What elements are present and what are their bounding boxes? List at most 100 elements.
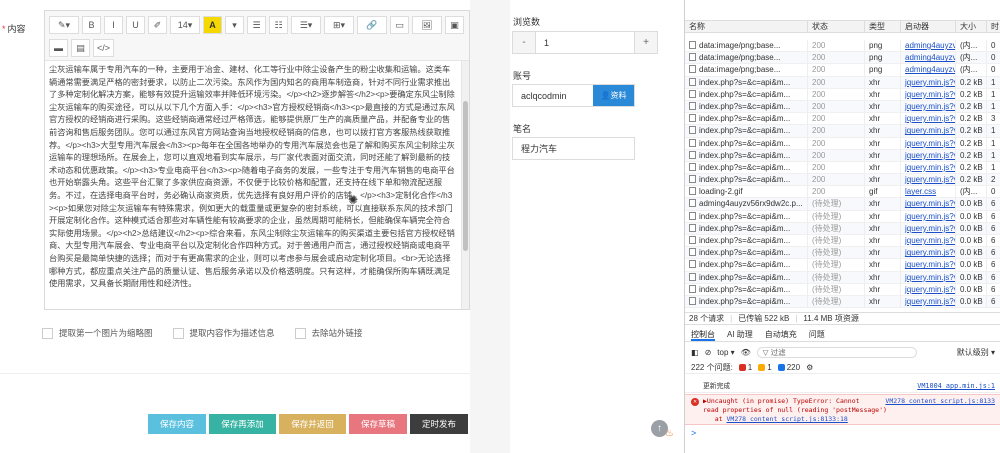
decrement-button[interactable]: - <box>513 32 535 53</box>
network-cell-initiator[interactable]: jquery.min.js?v <box>901 76 956 88</box>
network-cell-initiator[interactable]: jquery.min.js?v <box>901 161 956 174</box>
views-input[interactable]: 1 <box>535 32 635 53</box>
option-remove-external-links[interactable]: 去除站外链接 <box>294 327 363 339</box>
network-cell-initiator[interactable]: jquery.min.js?v <box>901 271 956 283</box>
network-row[interactable]: index.php?s=&c=api&m... 200 xhr jquery.min.… <box>685 76 1000 89</box>
network-row[interactable]: index.php?s=&c=api&m... (待处理) xhr jquery.mi… <box>685 222 1000 235</box>
rich-text-editor[interactable]: ✎▾ B I U ✐ 14▾ A ▾ ☰ ☷ ☰▾ ⊞▾ 🔗 ▭ 🖼 ▣ ▬ ▤ </> 尘灰运输车属于专用汽车的… <box>44 10 470 310</box>
save-and-return-button[interactable]: 保存并返回 <box>279 414 346 434</box>
network-row[interactable]: index.php?s=&c=api&m... 200 xhr jquery.min.… <box>685 149 1000 162</box>
network-cell-initiator[interactable]: jquery.min.js?v <box>901 259 956 271</box>
network-cell-initiator[interactable]: layer.css <box>901 186 956 198</box>
toolbar-button[interactable]: ▭ <box>390 16 409 34</box>
toolbar-button[interactable]: I <box>104 16 123 34</box>
network-cell-initiator[interactable]: jquery.min.js?v <box>901 100 956 113</box>
eye-icon[interactable]: 👁 <box>741 348 751 357</box>
save-and-add-button[interactable]: 保存再添加 <box>209 414 276 434</box>
network-row[interactable]: data:image/png;base... 200 png adming4auyzv… <box>685 40 1000 53</box>
profile-button[interactable]: 👤 资料 <box>593 85 634 106</box>
warning-count[interactable]: 1 <box>758 363 772 372</box>
network-row[interactable]: index.php?s=&c=api&m... (待处理) xhr jquery.mi… <box>685 259 1000 272</box>
network-cell-initiator[interactable]: jquery.min.js?v <box>901 295 956 308</box>
toolbar-button[interactable]: ▣ <box>445 16 464 34</box>
network-row[interactable]: data:image/png;base... 200 png adming4auyzv… <box>685 64 1000 77</box>
network-row[interactable]: index.php?s=&c=api&m... (待处理) xhr jquery.mi… <box>685 295 1000 309</box>
network-row[interactable]: loading-2.gif 200 gif layer.css (内... 0 <box>685 186 1000 199</box>
console-filter-input[interactable]: ▽ 过滤 <box>756 346 917 358</box>
log-source-link[interactable]: VM1004 app.min.js:1 <box>917 379 995 392</box>
error-source-link[interactable]: VM278 content script.js:8133 <box>885 397 995 406</box>
network-row[interactable]: index.php?s=&c=api&m... (待处理) xhr jquery.mi… <box>685 247 1000 260</box>
save-draft-button[interactable]: 保存草稿 <box>349 414 407 434</box>
option-extract-description[interactable]: 提取内容作为描述信息 <box>172 327 275 339</box>
settings-icon[interactable]: ⚙ <box>806 363 813 372</box>
pen-name-input[interactable]: 程力汽车 <box>512 137 635 160</box>
network-cell-initiator[interactable]: adming4auyzv5 <box>901 64 956 76</box>
toolbar-button[interactable]: ☰ <box>247 16 266 34</box>
network-row[interactable]: index.php?s=&c=api&m... (待处理) xhr jquery.mi… <box>685 235 1000 248</box>
network-cell-initiator[interactable]: jquery.min.js?v <box>901 247 956 259</box>
network-cell-initiator[interactable]: jquery.min.js?v <box>901 174 956 186</box>
tab-autofill[interactable]: 自动填充 <box>765 328 797 341</box>
context-select[interactable]: top ▾ <box>717 348 734 357</box>
network-cell-initiator[interactable]: jquery.min.js?v <box>901 113 956 125</box>
log-level-select[interactable]: 默认级别 ▾ <box>957 347 1000 358</box>
tab-ai-assistant[interactable]: AI 助理 <box>727 328 753 341</box>
editor-content[interactable]: 尘灰运输车属于专用汽车的一种，主要用于冶金、建材、化工等行业中除尘设备产生的粉尘… <box>45 61 461 309</box>
toolbar-button[interactable]: ▬ <box>49 39 68 57</box>
error-count[interactable]: 1 <box>738 363 752 372</box>
toolbar-button[interactable]: A <box>203 16 222 34</box>
column-size[interactable]: 大小 <box>956 21 987 32</box>
save-button[interactable]: 保存内容 <box>148 414 206 434</box>
network-row[interactable]: index.php?s=&c=api&m... (待处理) xhr jquery.mi… <box>685 271 1000 284</box>
clear-console-icon[interactable]: ⊘ <box>705 348 712 357</box>
toolbar-button[interactable]: ▤ <box>71 39 90 57</box>
toolbar-button[interactable]: ✐ <box>148 16 167 34</box>
column-status[interactable]: 状态 <box>808 21 865 32</box>
toolbar-button[interactable]: 🖼 <box>412 16 442 34</box>
info-count[interactable]: 220 <box>777 363 800 372</box>
network-cell-initiator[interactable]: jquery.min.js?v <box>901 210 956 222</box>
account-input[interactable]: aclqcodmin <box>513 85 593 106</box>
network-row[interactable]: index.php?s=&c=api&m... 200 xhr jquery.min.… <box>685 100 1000 114</box>
checkbox-icon[interactable] <box>294 327 306 339</box>
network-row[interactable]: index.php?s=&c=api&m... 200 xhr jquery.min.… <box>685 137 1000 150</box>
toolbar-button[interactable]: ✎▾ <box>49 16 79 34</box>
scrollbar-thumb[interactable] <box>463 101 468 251</box>
network-row[interactable]: index.php?s=&c=api&m... 200 xhr jquery.min.… <box>685 88 1000 101</box>
column-type[interactable]: 类型 <box>865 21 901 32</box>
network-row[interactable]: adming4auyzv56rx9dw2c.p... (待处理) xhr jquery… <box>685 198 1000 211</box>
toolbar-button[interactable]: 🔗 <box>357 16 387 34</box>
schedule-publish-button[interactable]: 定时发布 <box>410 414 468 434</box>
network-row[interactable]: index.php?s=&c=api&m... (待处理) xhr jquery.mi… <box>685 283 1000 296</box>
network-cell-initiator[interactable]: adming4auyzv5 <box>901 52 956 64</box>
toolbar-button[interactable]: U <box>126 16 145 34</box>
toolbar-button[interactable]: </> <box>93 39 115 57</box>
network-cell-initiator[interactable]: jquery.min.js?v <box>901 198 956 210</box>
sidebar-toggle-icon[interactable]: ◧ <box>691 348 699 357</box>
column-name[interactable]: 名称 <box>685 21 808 32</box>
network-row[interactable]: index.php?s=&c=api&m... 200 xhr jquery.min.… <box>685 174 1000 187</box>
error-stack-link[interactable]: VM278 content script.js:8133:18 <box>727 415 848 423</box>
network-cell-initiator[interactable]: jquery.min.js?v <box>901 283 956 295</box>
toolbar-button[interactable]: B <box>82 16 101 34</box>
toolbar-button[interactable]: ▾ <box>225 16 244 34</box>
tab-issues[interactable]: 问题 <box>809 328 825 341</box>
increment-button[interactable]: + <box>635 32 657 53</box>
network-cell-initiator[interactable]: jquery.min.js?v <box>901 235 956 247</box>
checkbox-icon[interactable] <box>42 327 53 339</box>
network-row[interactable]: index.php?s=&c=api&m... 200 xhr jquery.min.… <box>685 125 1000 138</box>
option-first-image-thumbnail[interactable]: 提取第一个图片为缩略图 <box>42 327 153 339</box>
toolbar-button[interactable]: ☰▾ <box>291 16 321 34</box>
network-cell-initiator[interactable]: jquery.min.js?v <box>901 222 956 234</box>
network-cell-initiator[interactable]: adming4auyzv5 <box>901 40 956 52</box>
column-time[interactable]: 时 <box>987 21 1000 32</box>
toolbar-button[interactable]: ⊞▾ <box>324 16 354 34</box>
toolbar-button[interactable]: 14▾ <box>170 16 200 34</box>
editor-scrollbar[interactable] <box>461 61 469 309</box>
console-prompt[interactable]: > <box>691 428 696 438</box>
network-row[interactable]: index.php?s=&c=api&m... 200 xhr jquery.min.… <box>685 113 1000 126</box>
network-cell-initiator[interactable]: jquery.min.js?v <box>901 88 956 100</box>
column-initiator[interactable]: 启动器 <box>901 21 956 32</box>
network-row[interactable]: index.php?s=&c=api&m... 200 xhr jquery.min.… <box>685 161 1000 175</box>
